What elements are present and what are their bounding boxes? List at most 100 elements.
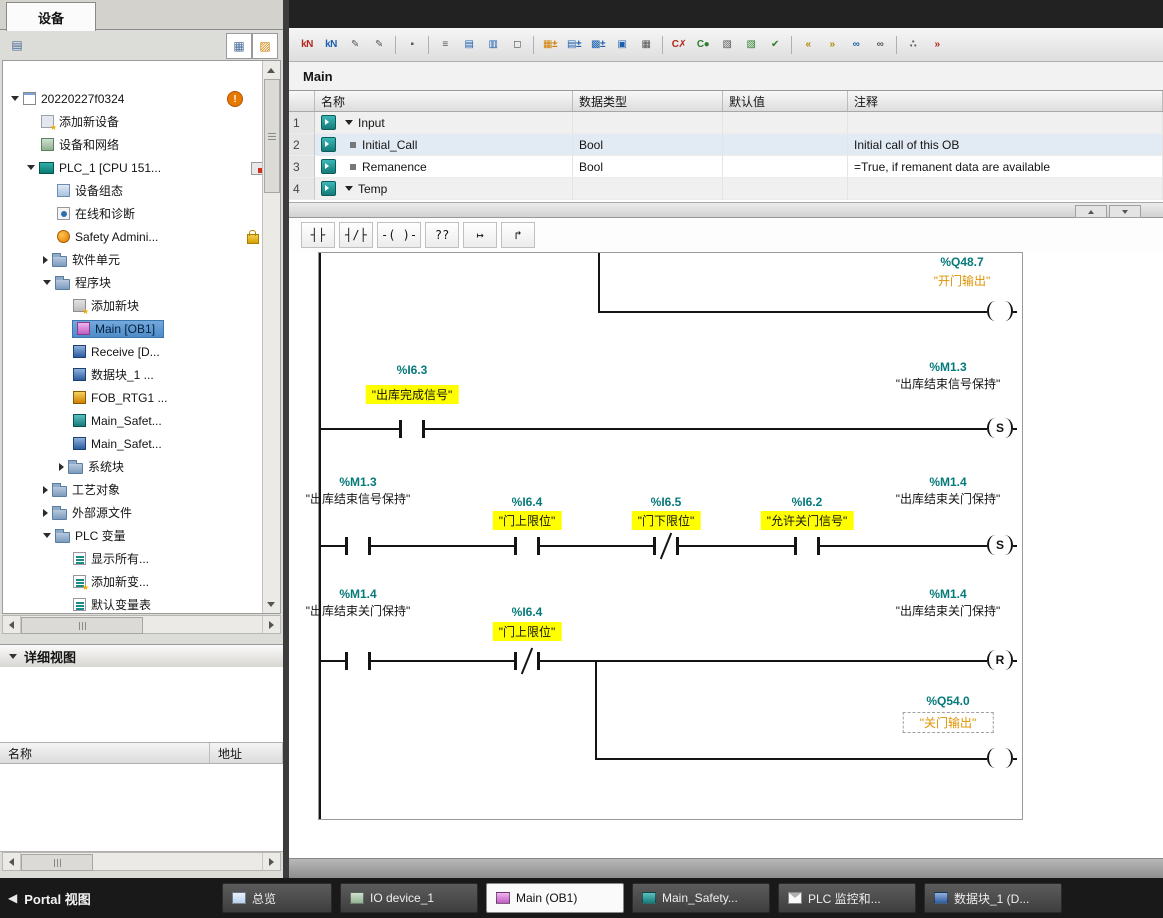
table-row[interactable]: 2 Initial_Call Bool Initial call of this… <box>289 134 1163 156</box>
more-tools-icon[interactable]: » <box>925 35 949 55</box>
table-splitter[interactable] <box>289 202 1163 218</box>
tree-item-main-safety-db[interactable]: Main_Safet... <box>3 432 263 455</box>
tree-item-main-ob1[interactable]: Main [OB1] <box>3 317 263 340</box>
append-row-icon[interactable]: ✎ <box>367 35 391 55</box>
operand-comment[interactable]: "出库结束信号保持" <box>303 491 413 507</box>
expand-icon[interactable] <box>11 96 19 101</box>
enable-monitoring-icon[interactable]: ∞ <box>844 35 868 55</box>
scroll-down-icon[interactable] <box>263 596 279 612</box>
tree-item-main-safety-fb[interactable]: Main_Safet... <box>3 409 263 432</box>
expand-icon[interactable] <box>59 463 64 471</box>
coil-button[interactable]: -( )- <box>377 222 421 248</box>
operand-address[interactable]: %I6.2 <box>792 495 823 509</box>
tree-item-default-tag-table[interactable]: 默认变量表 <box>3 593 263 614</box>
collapse-table-icon[interactable] <box>1109 205 1141 218</box>
taskbar-item-overview[interactable]: 总览 <box>222 883 332 913</box>
scroll-up-icon[interactable] <box>263 62 279 78</box>
tree-item-add-new-block[interactable]: 添加新块 <box>3 294 263 317</box>
disable-monitoring-icon[interactable]: ∞ <box>868 35 892 55</box>
operand-comment[interactable]: "开门输出" <box>934 272 991 289</box>
output-coil[interactable] <box>987 748 1013 770</box>
tree-item-fob-rtg1[interactable]: FOB_RTG1 ... <box>3 386 263 409</box>
tree-item-external-sources[interactable]: 外部源文件 <box>3 501 263 524</box>
operand-comment[interactable]: "出库结束关门保持" <box>303 603 413 619</box>
tree-view-icon[interactable]: ▤ <box>8 36 26 54</box>
operand-comment-highlighted[interactable]: "门上限位" <box>493 511 562 530</box>
tree-item-show-all-tags[interactable]: 显示所有... <box>3 547 263 570</box>
operand-address[interactable]: %M1.3 <box>339 475 376 489</box>
network-comments-icon[interactable]: ◻ <box>505 35 529 55</box>
expand-icon[interactable] <box>27 165 35 170</box>
delete-network-icon[interactable]: kN <box>319 35 343 55</box>
open-all-networks-icon[interactable]: ▤ <box>457 35 481 55</box>
tree-item-safety-administration[interactable]: Safety Admini... <box>3 225 263 248</box>
contact-no[interactable] <box>345 651 371 671</box>
format-lines-icon[interactable]: ≡ <box>433 35 457 55</box>
scrollbar-thumb[interactable] <box>21 617 143 634</box>
contact-no[interactable] <box>345 536 371 556</box>
tree-item-online-diagnostics[interactable]: 在线和诊断 <box>3 202 263 225</box>
tree-item-software-units[interactable]: 软件单元 <box>3 248 263 271</box>
empty-box-button[interactable]: ?? <box>425 222 459 248</box>
operand-comment[interactable]: "出库结束关门保持" <box>893 603 1003 619</box>
taskbar-item-io-device[interactable]: IO device_1 <box>340 883 478 913</box>
paste-block-icon[interactable]: ▪ <box>400 35 424 55</box>
ladder-canvas[interactable]: %Q48.7 "开门输出" %I6.3 "出库完成信号" %M1.3 "出库结束… <box>318 252 1023 820</box>
operand-address[interactable]: %I6.3 <box>397 363 428 377</box>
discard-changes-icon[interactable]: C✗ <box>667 35 691 55</box>
operand-address[interactable]: %Q48.7 <box>940 255 983 269</box>
operand-address[interactable]: %M1.4 <box>929 475 966 489</box>
expand-icon[interactable] <box>43 256 48 264</box>
taskbar-item-data-block-1[interactable]: 数据块_1 (D... <box>924 883 1062 913</box>
tree-item-plc1[interactable]: PLC_1 [CPU 151... <box>3 156 263 179</box>
expand-icon[interactable] <box>43 509 48 517</box>
nc-contact-button[interactable]: ┤/├ <box>339 222 373 248</box>
operand-address[interactable]: %M1.3 <box>929 360 966 374</box>
operand-comment[interactable]: "出库结束关门保持" <box>893 491 1003 507</box>
expand-icon[interactable] <box>345 186 353 191</box>
tree-item-data-block-1[interactable]: 数据块_1 ... <box>3 363 263 386</box>
tree-item-receive-db[interactable]: Receive [D... <box>3 340 263 363</box>
tree-item-add-new-device[interactable]: 添加新设备 <box>3 110 263 133</box>
tree-vertical-scrollbar[interactable] <box>262 61 280 613</box>
operand-comment-highlighted[interactable]: "门上限位" <box>493 622 562 641</box>
reset-coil[interactable]: R <box>987 650 1013 672</box>
detail-view-header[interactable]: 详细视图 <box>0 644 283 668</box>
taskbar-item-plc-monitoring[interactable]: PLC 监控和... <box>778 883 916 913</box>
go-to-prev-usage-icon[interactable]: « <box>796 35 820 55</box>
tree-item-device-config[interactable]: 设备组态 <box>3 179 263 202</box>
expand-icon[interactable] <box>43 486 48 494</box>
trace-icon[interactable]: ∴ <box>901 35 925 55</box>
scroll-left-icon[interactable] <box>3 853 21 870</box>
tab-devices[interactable]: 设备 <box>6 2 96 31</box>
table-row[interactable]: 3 Remanence Bool =True, if remanent data… <box>289 156 1163 178</box>
taskbar-item-main-ob1[interactable]: Main (OB1) <box>486 883 624 913</box>
tree-item-technology-objects[interactable]: 工艺对象 <box>3 478 263 501</box>
operand-comment-highlighted[interactable]: "允许关门信号" <box>761 511 854 530</box>
operand-comment[interactable]: "关门输出" <box>903 712 994 733</box>
operand-address[interactable]: %I6.5 <box>651 495 682 509</box>
expand-table-icon[interactable] <box>1075 205 1107 218</box>
tree-horizontal-scrollbar[interactable] <box>2 615 281 634</box>
symbolic-operands-icon[interactable]: ▤± <box>562 35 586 55</box>
expand-icon[interactable] <box>43 533 51 538</box>
contact-nc[interactable] <box>653 536 679 556</box>
operand-address[interactable]: %I6.4 <box>512 605 543 619</box>
table-row[interactable]: 4 Temp <box>289 178 1163 200</box>
no-contact-button[interactable]: ┤├ <box>301 222 335 248</box>
contact-no[interactable] <box>514 536 540 556</box>
open-branch-button[interactable]: ↦ <box>463 222 497 248</box>
operand-address[interactable]: %I6.4 <box>512 495 543 509</box>
taskbar-item-main-safety[interactable]: Main_Safety... <box>632 883 770 913</box>
go-to-next-usage-icon[interactable]: » <box>820 35 844 55</box>
diagram-view-icon[interactable]: ▨ <box>252 33 278 59</box>
set-coil[interactable]: S <box>987 418 1013 440</box>
download-changes-icon[interactable]: C● <box>691 35 715 55</box>
tree-item-plc-tags[interactable]: PLC 变量 <box>3 524 263 547</box>
contact-no[interactable] <box>399 419 425 439</box>
operand-comment[interactable]: "出库结束信号保持" <box>893 376 1003 392</box>
table-row[interactable]: 1 Input <box>289 112 1163 134</box>
insert-row-icon[interactable]: ✎ <box>343 35 367 55</box>
expand-icon[interactable] <box>43 280 51 285</box>
absolute-operands-icon[interactable]: ▦± <box>538 35 562 55</box>
